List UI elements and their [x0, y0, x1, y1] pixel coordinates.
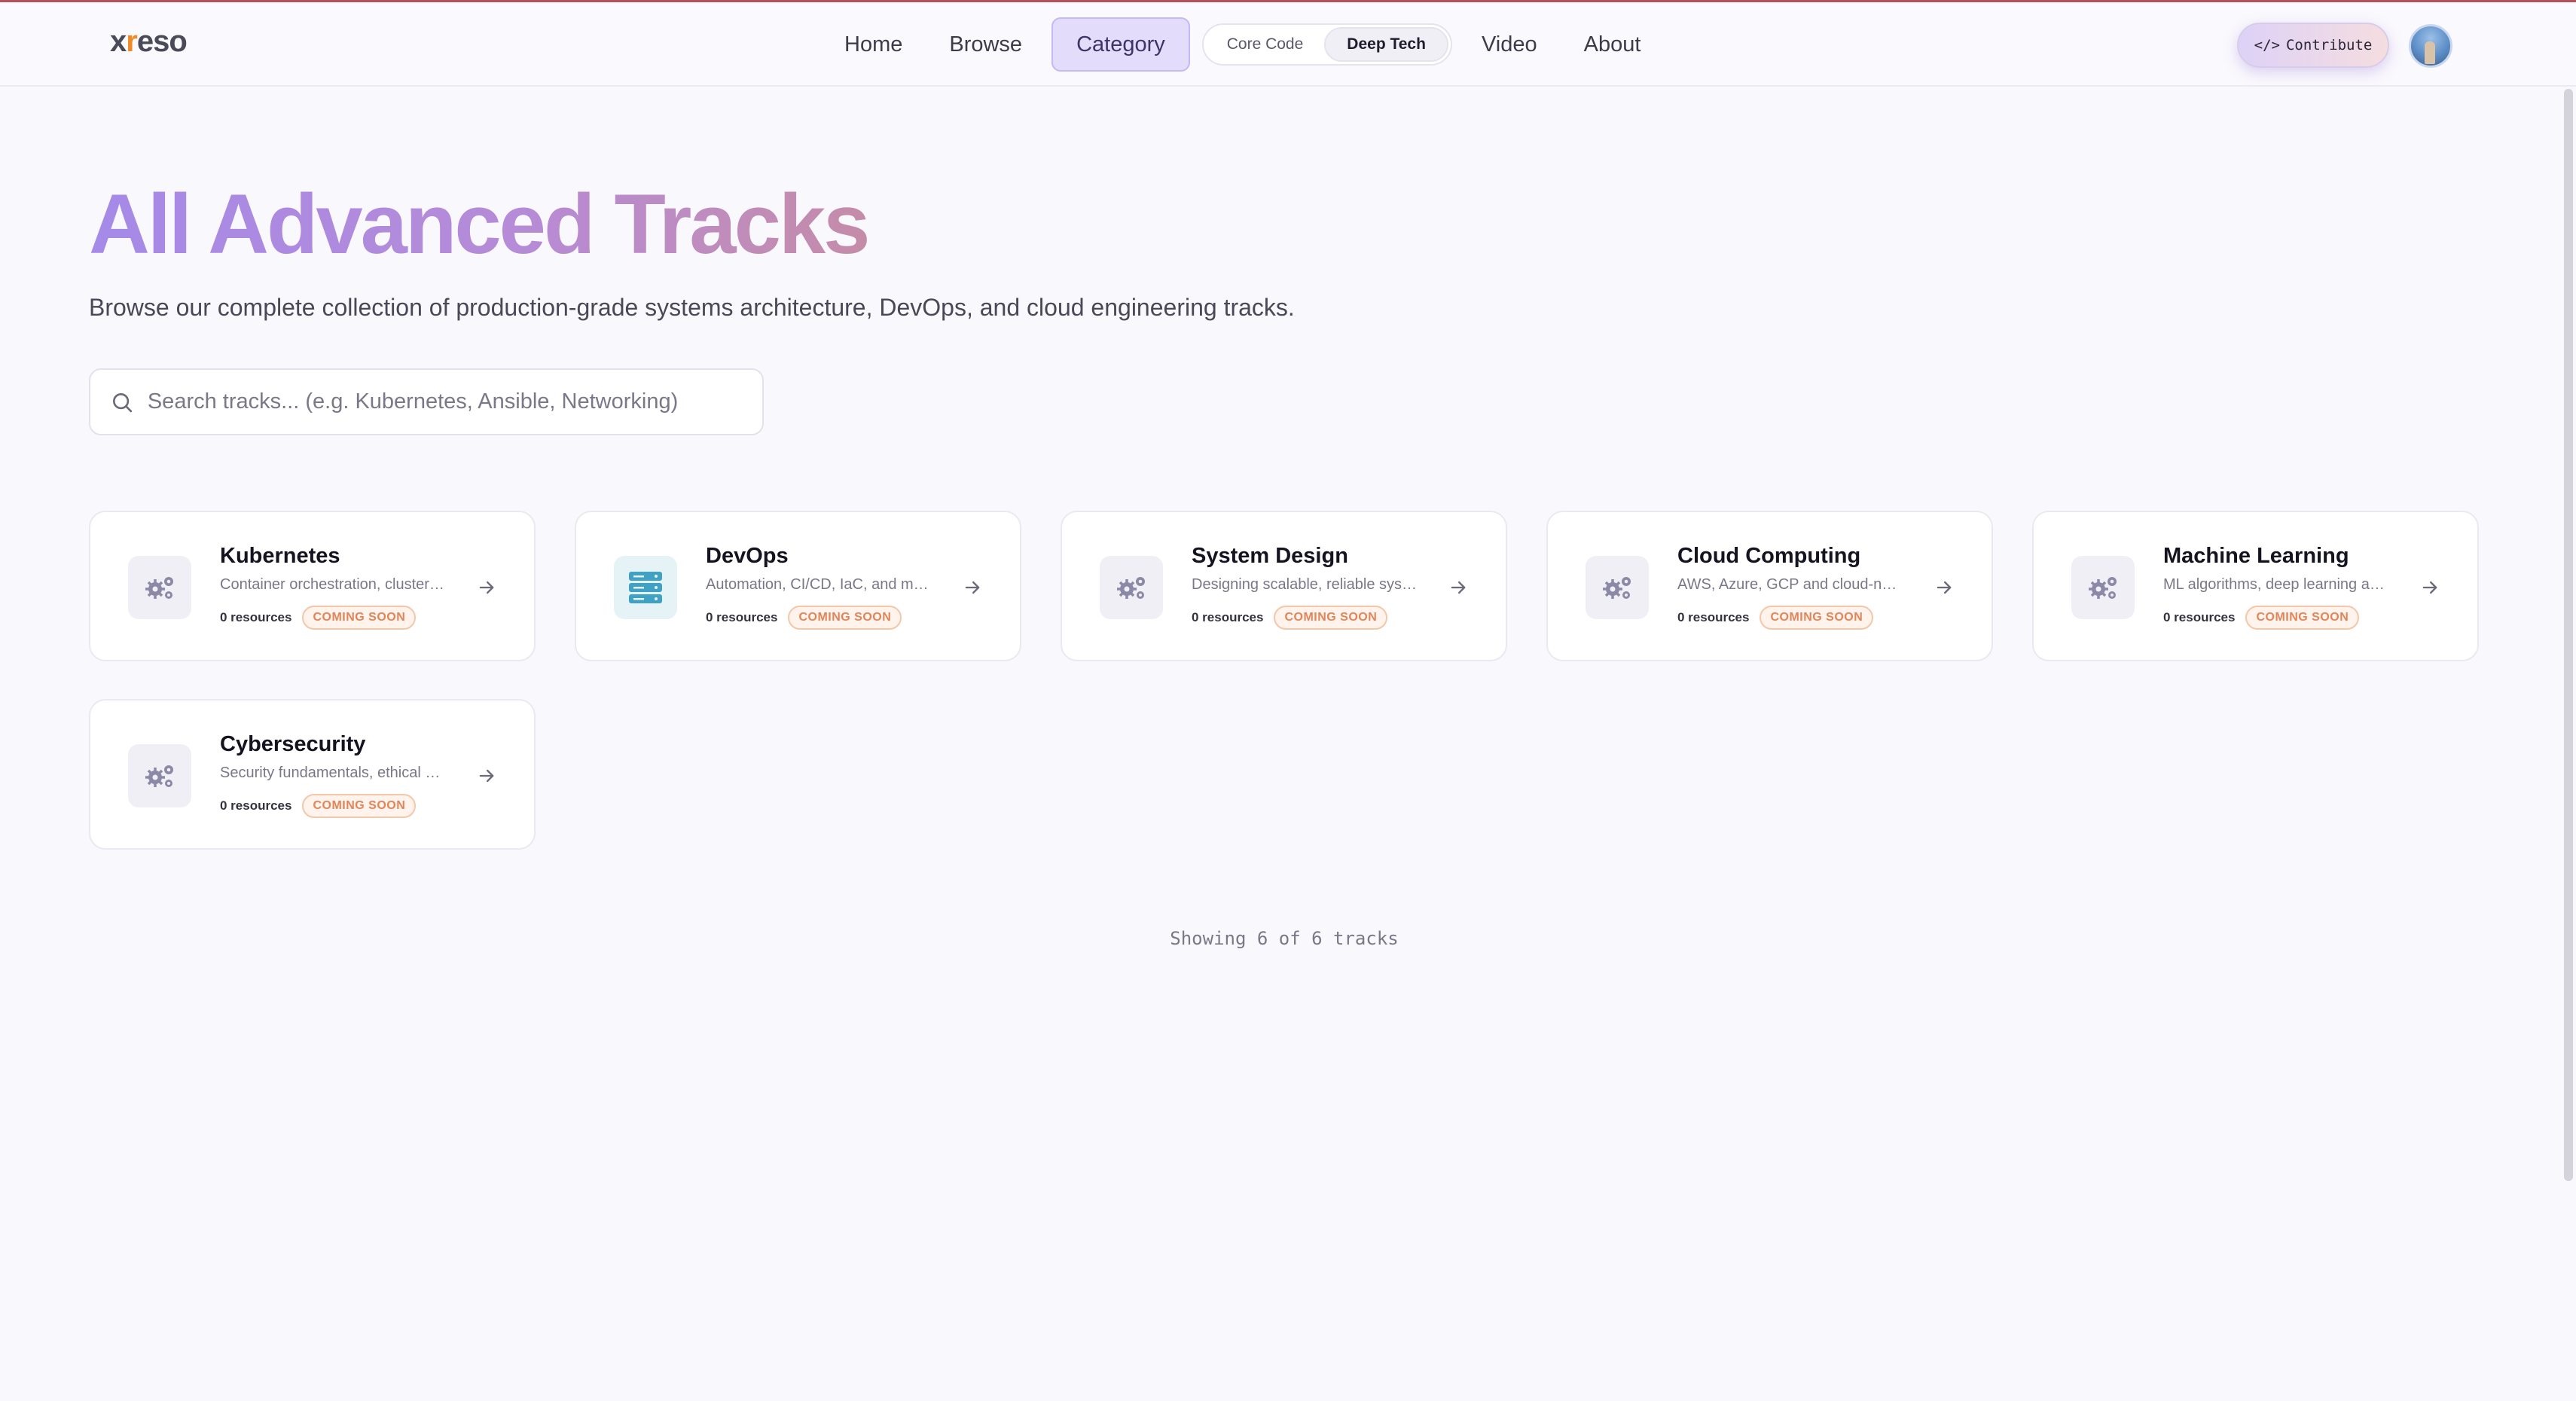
status-badge: COMING SOON [1760, 606, 1874, 630]
page-subtitle: Browse our complete collection of produc… [89, 294, 1295, 321]
resource-count: 0 resources [1192, 610, 1264, 624]
gears-icon [128, 556, 191, 619]
toggle-deep-tech[interactable]: Deep Tech [1324, 27, 1448, 62]
arrow-right-icon [1937, 581, 1952, 594]
nav-browse[interactable]: Browse [926, 17, 1045, 72]
search-icon [112, 392, 133, 412]
arrow-right-icon [965, 581, 980, 594]
track-card[interactable]: Cybersecurity Security fundamentals, eth… [89, 699, 536, 850]
track-card[interactable]: DevOps Automation, CI/CD, IaC, and monit… [575, 511, 1021, 661]
track-title: System Design [1192, 544, 1348, 568]
status-badge: COMING SOON [788, 606, 902, 630]
track-card[interactable]: Machine Learning ML algorithms, deep lea… [2032, 511, 2479, 661]
track-description: ML algorithms, deep learning and AI [2163, 576, 2389, 593]
status-badge: COMING SOON [2245, 606, 2360, 630]
status-badge: COMING SOON [302, 794, 417, 818]
track-title: Cloud Computing [1677, 544, 1861, 568]
gears-icon [1100, 556, 1163, 619]
arrow-right-icon [2422, 581, 2437, 594]
arrow-right-icon [479, 769, 494, 783]
navbar: xreso Home Browse Category Core Code Dee… [0, 2, 2576, 87]
resource-count: 0 resources [706, 610, 778, 624]
track-title: Cybersecurity [220, 732, 366, 756]
avatar[interactable] [2409, 24, 2452, 68]
track-card[interactable]: Kubernetes Container orchestration, clus… [89, 511, 536, 661]
search-box [89, 368, 764, 435]
gears-icon [2071, 556, 2135, 619]
resource-count: 0 resources [2163, 610, 2236, 624]
track-description: Automation, CI/CD, IaC, and monitoring [706, 576, 932, 593]
scrollbar[interactable] [2564, 89, 2573, 1181]
nav-home[interactable]: Home [821, 17, 926, 72]
code-icon: </> [2254, 37, 2280, 53]
logo[interactable]: xreso [110, 25, 188, 59]
track-card[interactable]: Cloud Computing AWS, Azure, GCP and clou… [1546, 511, 1993, 661]
resource-count: 0 resources [220, 798, 292, 813]
status-badge: COMING SOON [302, 606, 417, 630]
page-title: All Advanced Tracks [89, 172, 870, 277]
nav-category[interactable]: Category [1051, 17, 1190, 72]
status-badge: COMING SOON [1274, 606, 1388, 630]
resource-count: 0 resources [220, 610, 292, 624]
track-title: DevOps [706, 544, 789, 568]
gears-icon [128, 744, 191, 807]
track-description: Designing scalable, reliable systems [1192, 576, 1418, 593]
gears-icon [1586, 556, 1649, 619]
arrow-right-icon [479, 581, 494, 594]
server-stack-icon [614, 556, 677, 619]
nav-video[interactable]: Video [1458, 17, 1561, 72]
track-description: AWS, Azure, GCP and cloud-native [1677, 576, 1903, 593]
track-title: Kubernetes [220, 544, 340, 568]
track-description: Security fundamentals, ethical hacking [220, 765, 446, 781]
track-description: Container orchestration, cluster managem… [220, 576, 446, 593]
search-input[interactable] [147, 389, 762, 414]
main-nav: Home Browse Category Core Code Deep Tech… [821, 17, 1664, 72]
contribute-button[interactable]: </> Contribute [2237, 23, 2389, 68]
mode-toggle: Core Code Deep Tech [1201, 23, 1452, 66]
results-count: Showing 6 of 6 tracks [1170, 928, 1399, 949]
track-card[interactable]: System Design Designing scalable, reliab… [1061, 511, 1507, 661]
arrow-right-icon [1451, 581, 1466, 594]
track-title: Machine Learning [2163, 544, 2349, 568]
resource-count: 0 resources [1677, 610, 1750, 624]
nav-about[interactable]: About [1561, 17, 1665, 72]
toggle-core-code[interactable]: Core Code [1206, 27, 1325, 62]
contribute-label: Contribute [2285, 37, 2373, 53]
